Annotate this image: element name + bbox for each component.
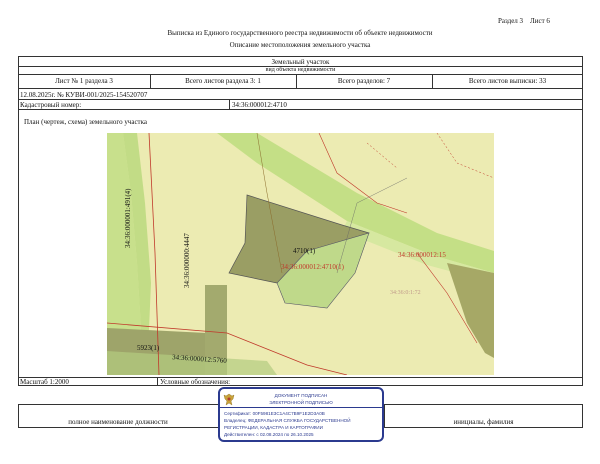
cadastral-label: Кадастровый номер: [20, 101, 82, 109]
map-label-vertical-2: 34:36:000000:4447 [183, 233, 191, 288]
total-section-sheets: Всего листов раздела 3: 1 [185, 77, 261, 85]
legend-label: Условные обозначения: [160, 378, 231, 386]
total-sections: Всего разделов: 7 [337, 77, 391, 85]
map-label-bottom-block: 5923(1) [137, 344, 160, 352]
object-kind: вид объекта недвижимости [265, 67, 336, 73]
cadastral-value: 34:36:000012:4710 [232, 101, 287, 109]
scale: Масштаб 1:2000 [20, 378, 69, 386]
plan-label: План (чертеж, схема) земельного участка [24, 118, 148, 126]
position-label: полное наименование должности [68, 418, 168, 426]
sheet-number: Лист 6 [530, 17, 550, 25]
stamp-cert: Сертификат: 00F5981E3C1A4C7B9F1E2D3A0B [224, 411, 325, 416]
total-sheets: Всего листов выписки: 33 [468, 77, 547, 85]
sheet-of-section: Лист № 1 раздела 3 [55, 77, 113, 85]
map-label-vertical-1: 34:36:000001:491(4) [124, 188, 132, 249]
section-number: Раздел 3 [498, 17, 524, 25]
map-label-parcel-east: 34:36:0:1:72 [390, 290, 421, 296]
map-label-parcel-main: 4710(1) [293, 247, 316, 255]
initials-label: инициалы, фамилия [453, 418, 514, 426]
stamp-line1: ДОКУМЕНТ ПОДПИСАН [274, 393, 328, 398]
electronic-signature-stamp: ДОКУМЕНТ ПОДПИСАН ЭЛЕКТРОННОЙ ПОДПИСЬЮ С… [218, 387, 384, 442]
stamp-owner: Владелец: ФЕДЕРАЛЬНАЯ СЛУЖБА ГОСУДАРСТВЕ… [224, 418, 351, 423]
stamp-valid: Действителен: с 02.08.2024 по 26.10.2025 [224, 432, 314, 437]
object-name: Земельный участок [271, 58, 330, 66]
document-subtitle: Описание местоположения земельного участ… [229, 41, 371, 49]
map-label-parcel-main-full: 34:36:000012:4710(1) [281, 263, 344, 271]
stamp-line2: ЭЛЕКТРОННОЙ ПОДПИСЬЮ [269, 400, 333, 405]
document-title: Выписка из Единого государственного реес… [167, 29, 433, 37]
stamp-owner2: РЕГИСТРАЦИИ, КАДАСТРА И КАРТОГРАФИИ [224, 425, 323, 430]
map-label-parcel-right: 34:36:000012:15 [398, 251, 446, 259]
doc-number: 12.08.2025г. № КУВИ-001/2025-154520707 [20, 91, 148, 99]
